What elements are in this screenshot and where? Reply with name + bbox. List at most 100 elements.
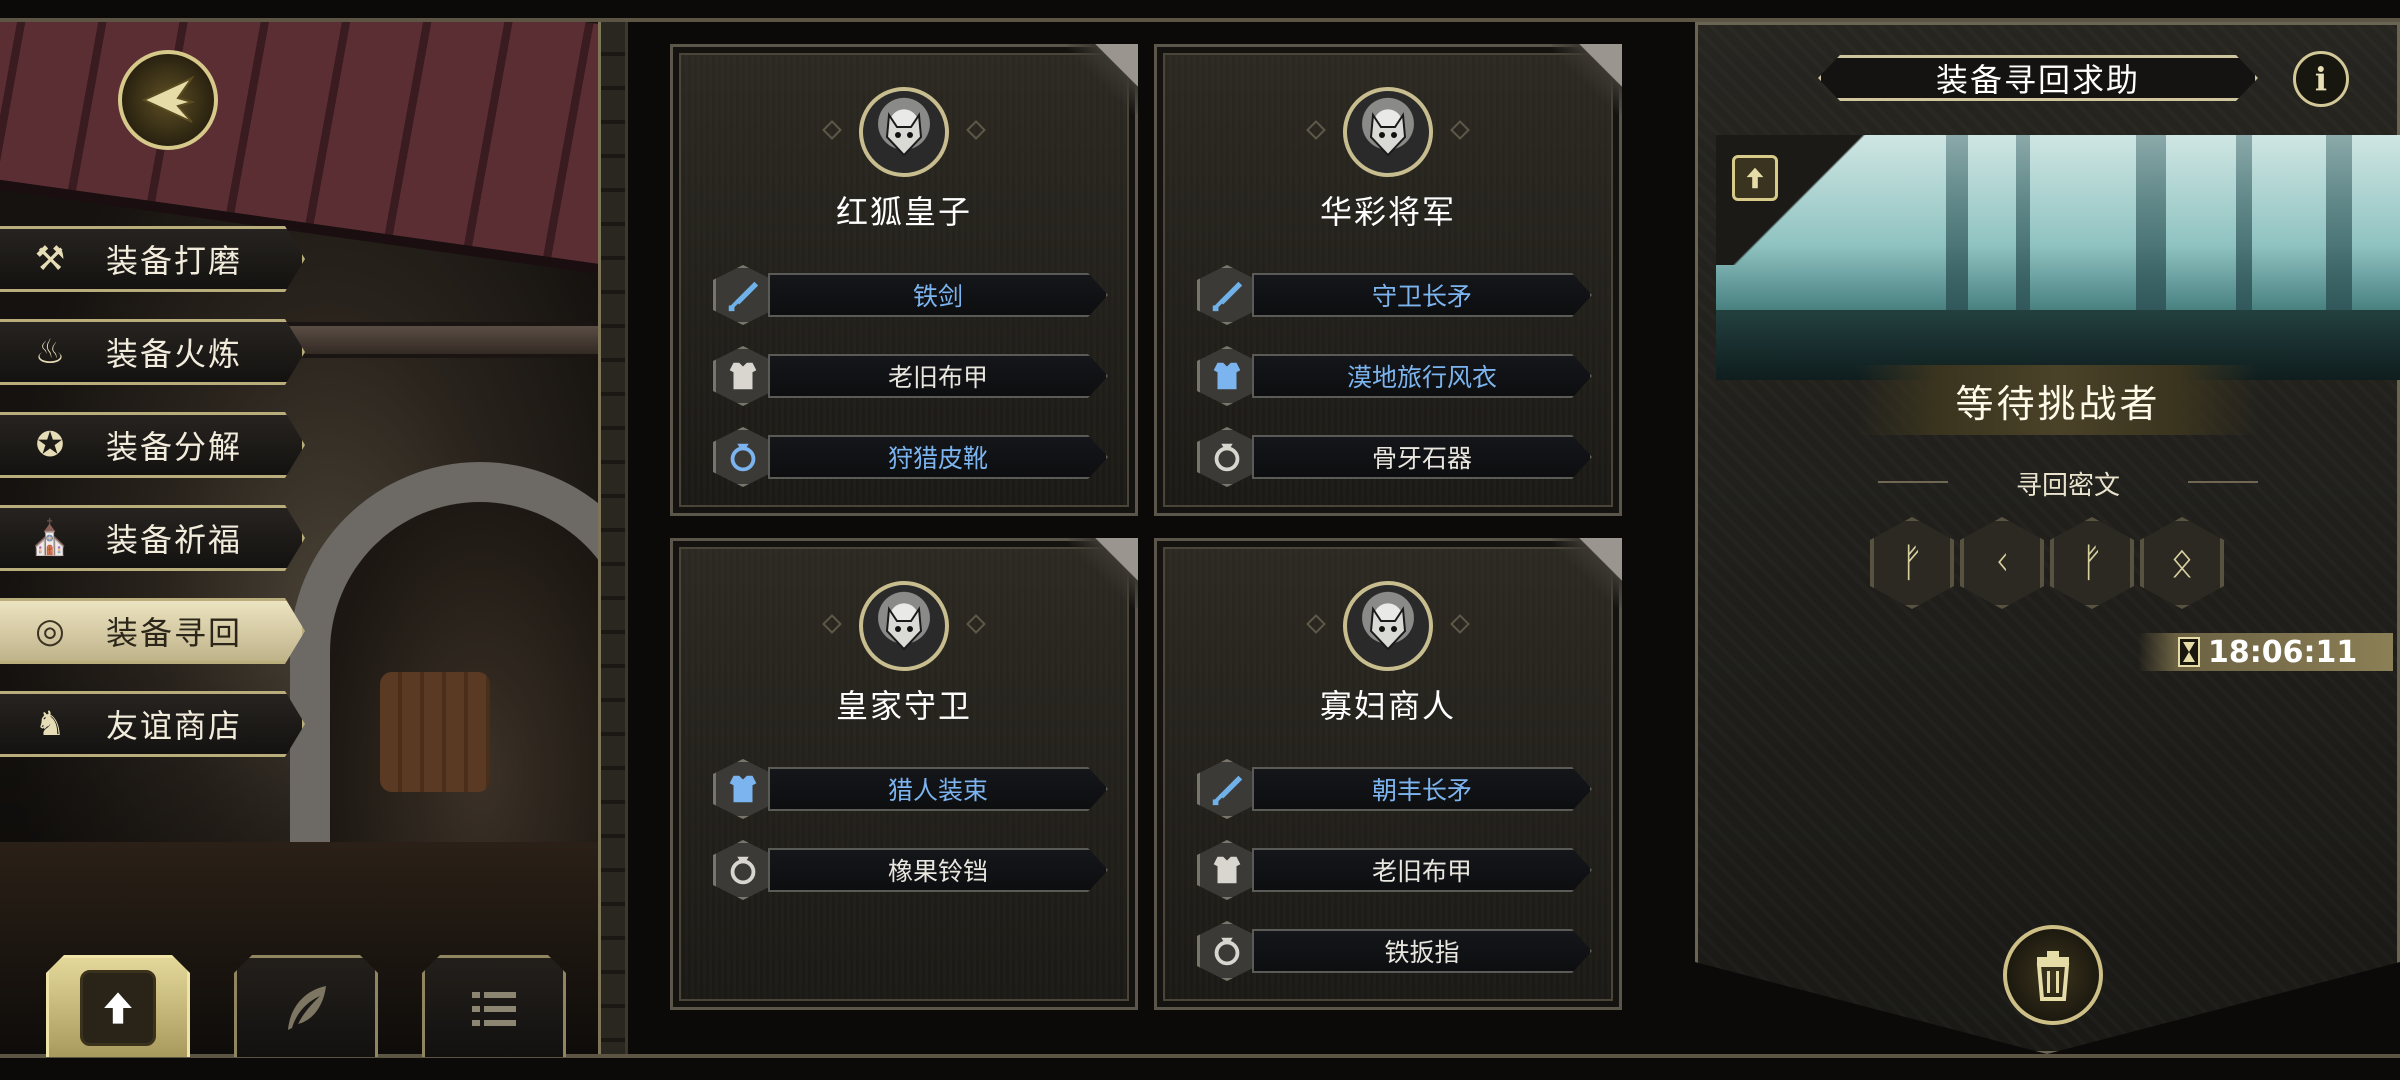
equipment-row[interactable]: 漠地旅行风衣 <box>1197 346 1592 406</box>
diamond-decoration <box>1450 120 1470 140</box>
equipment-row[interactable]: 老旧布甲 <box>1197 840 1592 900</box>
countdown-timer: 18:06:11 <box>2138 633 2393 671</box>
diamond-decoration <box>1306 614 1326 634</box>
retrieval-help-panel: 装备寻回求助 i 等待挑战者 寻回密文 ᚠᚲᚠᛟ 18:06:11 <box>1695 22 2400 1054</box>
equipment-row[interactable]: 橡果铃铛 <box>713 840 1108 900</box>
equipment-row[interactable]: 朝丰长矛 <box>1197 759 1592 819</box>
pray-icon: ⛪ <box>28 518 72 558</box>
card-corner-decoration <box>1068 44 1138 114</box>
back-button[interactable] <box>118 50 218 150</box>
rune-section-title: 寻回密文 <box>1878 465 2258 502</box>
equipment-name: 狩猎皮靴 <box>768 435 1108 479</box>
equipment-name: 漠地旅行风衣 <box>1252 354 1592 398</box>
equipment-name: 朝丰长矛 <box>1252 767 1592 811</box>
diamond-decoration <box>1450 614 1470 634</box>
bottom-tab-1[interactable] <box>234 955 378 1057</box>
equipment-name: 骨牙石器 <box>1252 435 1592 479</box>
diamond-decoration <box>1306 120 1326 140</box>
hammer-icon: ⚒ <box>34 239 66 279</box>
panel-title: 装备寻回求助 <box>1818 55 2258 101</box>
ring-icon <box>1197 427 1257 487</box>
equipment-name: 猎人装束 <box>768 767 1108 811</box>
character-card[interactable]: 寡妇商人朝丰长矛老旧布甲铁扳指 <box>1154 538 1622 1010</box>
menu-item-label: 装备火炼 <box>106 335 243 373</box>
menu-item-4[interactable]: ◎ 装备寻回 <box>0 598 305 664</box>
character-name: 华彩将军 <box>1319 193 1456 231</box>
menu-item-label: 装备打磨 <box>106 242 243 280</box>
ring-icon <box>713 427 773 487</box>
bottom-tab-2[interactable] <box>422 955 566 1057</box>
equipment-row[interactable]: 狩猎皮靴 <box>713 427 1108 487</box>
rune-glyph: ᚠ <box>2050 517 2134 609</box>
menu-item-label: 装备祈福 <box>106 521 243 559</box>
diamond-decoration <box>822 614 842 634</box>
armor-icon <box>1197 346 1257 406</box>
menu-item-1[interactable]: ♨ 装备火炼 <box>0 319 305 385</box>
back-arrow-icon <box>141 75 196 123</box>
menu-item-label: 装备寻回 <box>106 614 243 652</box>
ring-icon <box>713 840 773 900</box>
equipment-name: 铁剑 <box>768 273 1108 317</box>
ring-icon <box>1197 921 1257 981</box>
armor-icon <box>713 346 773 406</box>
equipment-name: 铁扳指 <box>1252 929 1592 973</box>
flame-icon: ♨ <box>34 332 66 372</box>
target-icon: ◎ <box>35 611 65 651</box>
card-corner-decoration <box>1552 538 1622 608</box>
character-portrait <box>1343 87 1433 177</box>
character-card[interactable]: 红狐皇子铁剑老旧布甲狩猎皮靴 <box>670 44 1138 516</box>
menu-item-2[interactable]: ✪ 装备分解 <box>0 412 305 478</box>
sword-icon <box>713 265 773 325</box>
menu-item-3[interactable]: ⛪ 装备祈福 <box>0 505 305 571</box>
character-portrait <box>859 581 949 671</box>
info-button[interactable]: i <box>2293 51 2349 107</box>
armor-icon <box>1197 840 1257 900</box>
rune-glyph: ᚲ <box>1960 517 2044 609</box>
menu-item-5[interactable]: ♞ 友谊商店 <box>0 691 305 757</box>
equipment-row[interactable]: 骨牙石器 <box>1197 427 1592 487</box>
diamond-decoration <box>966 614 986 634</box>
character-name: 寡妇商人 <box>1319 687 1456 725</box>
fox-icon: ♞ <box>34 704 66 744</box>
sword-icon <box>1197 265 1257 325</box>
hourglass-icon <box>2178 637 2200 667</box>
decompose-icon: ✪ <box>35 425 65 465</box>
menu-item-label: 友谊商店 <box>106 707 243 745</box>
card-corner-decoration <box>1552 44 1622 114</box>
character-portrait <box>1343 581 1433 671</box>
equipment-row[interactable]: 猎人装束 <box>713 759 1108 819</box>
character-name: 红狐皇子 <box>835 193 972 231</box>
equipment-row[interactable]: 守卫长矛 <box>1197 265 1592 325</box>
equipment-name: 老旧布甲 <box>1252 848 1592 892</box>
armor-icon <box>713 759 773 819</box>
rune-glyph: ᚠ <box>1870 517 1954 609</box>
upload-small-button[interactable] <box>1732 155 1778 201</box>
feather-icon <box>268 970 344 1046</box>
rune-glyph: ᛟ <box>2140 517 2224 609</box>
equipment-row[interactable]: 铁扳指 <box>1197 921 1592 981</box>
bottom-tab-0[interactable] <box>46 955 190 1057</box>
equipment-name: 老旧布甲 <box>768 354 1108 398</box>
diamond-decoration <box>966 120 986 140</box>
character-card[interactable]: 华彩将军守卫长矛漠地旅行风衣 骨牙石器 <box>1154 44 1622 516</box>
equipment-name: 守卫长矛 <box>1252 273 1592 317</box>
status-banner: 等待挑战者 <box>1858 365 2258 435</box>
trash-button[interactable] <box>2003 925 2103 1025</box>
barrel-decoration <box>380 672 490 792</box>
character-card[interactable]: 皇家守卫猎人装束橡果铃铛 <box>670 538 1138 1010</box>
upload-icon <box>80 969 156 1046</box>
menu-item-label: 装备分解 <box>106 428 243 466</box>
list-icon <box>456 970 532 1046</box>
timer-value: 18:06:11 <box>2208 634 2358 670</box>
equipment-row[interactable]: 老旧布甲 <box>713 346 1108 406</box>
sword-icon <box>1197 759 1257 819</box>
equipment-name: 橡果铃铛 <box>768 848 1108 892</box>
forest-banner-image <box>1716 135 2400 380</box>
upload-icon <box>1746 167 1764 189</box>
equipment-row[interactable]: 铁剑 <box>713 265 1108 325</box>
trash-icon <box>2036 951 2070 1001</box>
menu-item-0[interactable]: ⚒ 装备打磨 <box>0 226 305 292</box>
scene-divider <box>598 22 628 1054</box>
character-name: 皇家守卫 <box>835 687 972 725</box>
diamond-decoration <box>822 120 842 140</box>
